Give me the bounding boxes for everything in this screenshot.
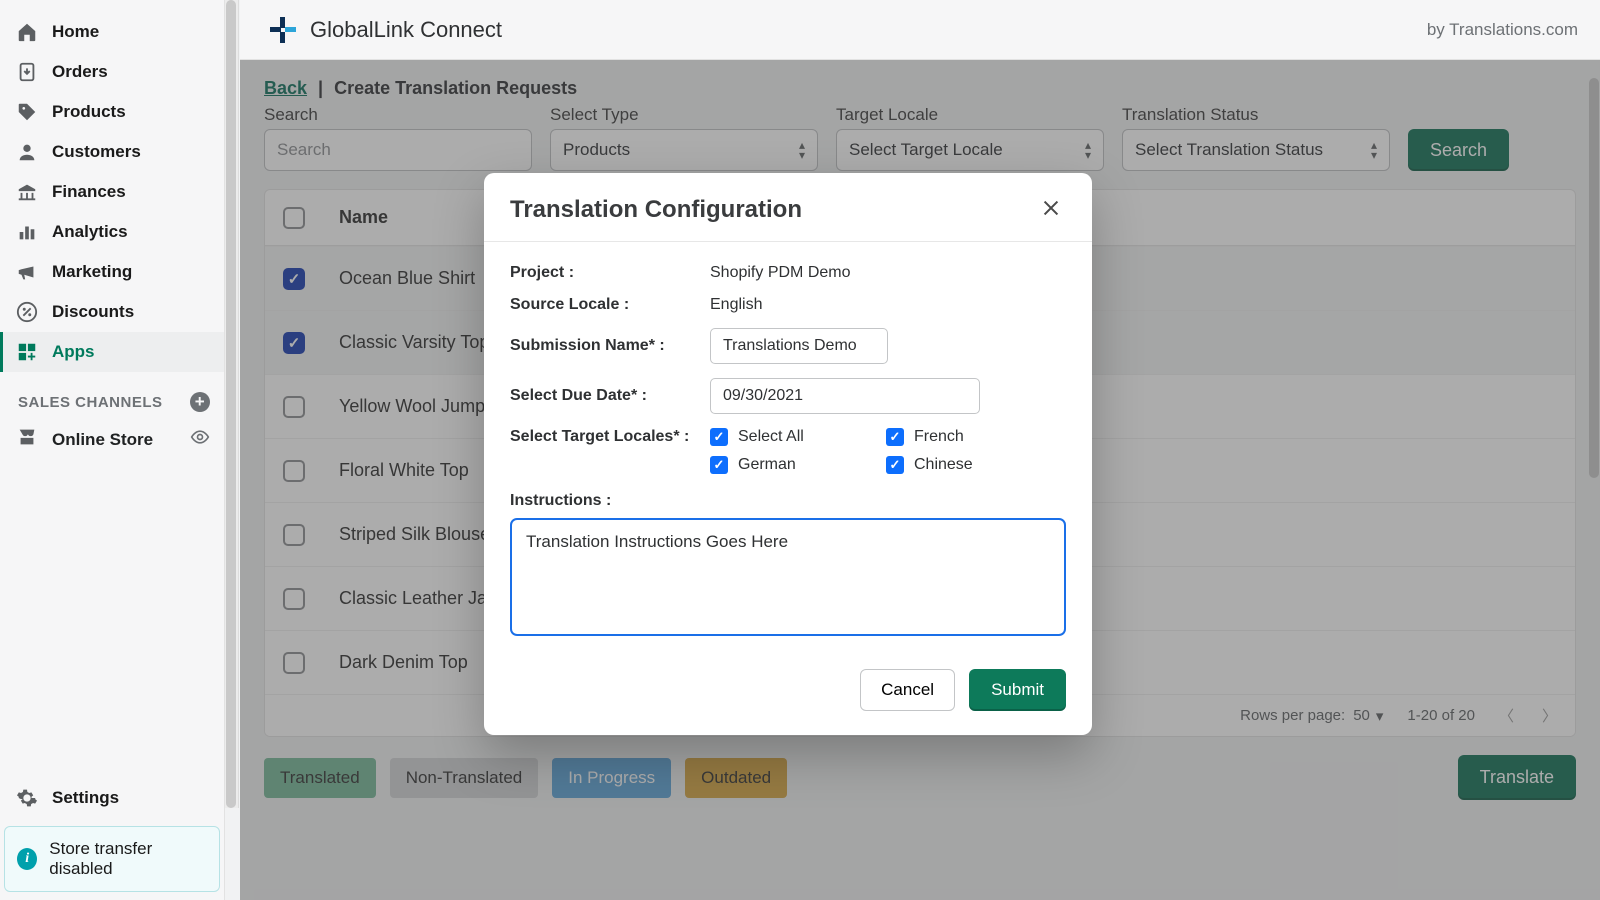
sidebar-scrollbar[interactable] [225, 0, 239, 808]
nav-apps[interactable]: Apps [0, 332, 224, 372]
nav-list: Home Orders Products Customers Finances [0, 12, 224, 372]
locale-german[interactable]: German [710, 456, 880, 474]
nav-label: Online Store [52, 430, 153, 450]
close-icon[interactable] [1036, 193, 1066, 227]
nav-label: Orders [52, 62, 108, 82]
due-date-label: Select Due Date* : [510, 387, 710, 405]
nav-products[interactable]: Products [0, 92, 224, 132]
nav-marketing[interactable]: Marketing [0, 252, 224, 292]
locale-name: French [914, 428, 964, 446]
megaphone-icon [16, 261, 38, 283]
app-header: GlobalLink Connect by Translations.com [240, 0, 1600, 60]
user-icon [16, 141, 38, 163]
notice-text: Store transfer disabled [49, 839, 207, 879]
sales-channels-header: SALES CHANNELS + [0, 372, 224, 418]
gear-icon [16, 787, 38, 809]
project-value: Shopify PDM Demo [710, 264, 1066, 282]
checkbox-checked-icon [710, 428, 728, 446]
cancel-button[interactable]: Cancel [860, 669, 955, 711]
nav-customers[interactable]: Customers [0, 132, 224, 172]
nav-settings[interactable]: Settings [0, 778, 224, 818]
nav-label: Analytics [52, 222, 128, 242]
nav-home[interactable]: Home [0, 12, 224, 52]
info-icon: i [17, 848, 37, 870]
nav-label: Discounts [52, 302, 134, 322]
source-locale-label: Source Locale : [510, 296, 710, 314]
nav-label: Marketing [52, 262, 132, 282]
nav-label: Finances [52, 182, 126, 202]
locale-french[interactable]: French [886, 428, 1056, 446]
nav-label: Customers [52, 142, 141, 162]
locale-name: Select All [738, 428, 804, 446]
submit-button[interactable]: Submit [969, 669, 1066, 711]
sidebar: Home Orders Products Customers Finances [0, 0, 225, 900]
submission-name-input[interactable] [710, 328, 888, 364]
brand: GlobalLink Connect [270, 17, 502, 43]
store-icon [16, 426, 38, 453]
checkbox-checked-icon [710, 456, 728, 474]
scrollbar-thumb[interactable] [226, 0, 236, 808]
section-label: SALES CHANNELS [18, 394, 163, 411]
nav-orders[interactable]: Orders [0, 52, 224, 92]
globallink-logo-icon [270, 17, 296, 43]
nav-label: Products [52, 102, 126, 122]
apps-icon [16, 341, 38, 363]
nav-label: Home [52, 22, 99, 42]
translation-config-modal: Translation Configuration Project : Shop… [484, 173, 1092, 735]
checkbox-checked-icon [886, 456, 904, 474]
orders-icon [16, 61, 38, 83]
nav-online-store[interactable]: Online Store [0, 418, 224, 461]
home-icon [16, 21, 38, 43]
instructions-label: Instructions : [510, 492, 1066, 510]
nav-label: Apps [52, 342, 95, 362]
add-channel-icon[interactable]: + [190, 392, 210, 412]
bank-icon [16, 181, 38, 203]
target-locales-label: Select Target Locales* : [510, 428, 710, 474]
nav-finances[interactable]: Finances [0, 172, 224, 212]
nav-analytics[interactable]: Analytics [0, 212, 224, 252]
store-transfer-banner[interactable]: i Store transfer disabled [4, 826, 220, 892]
tag-icon [16, 101, 38, 123]
nav-label: Settings [52, 788, 119, 808]
modal-title: Translation Configuration [510, 196, 802, 224]
byline: by Translations.com [1427, 20, 1578, 40]
locale-chinese[interactable]: Chinese [886, 456, 1056, 474]
locale-name: Chinese [914, 456, 973, 474]
eye-icon[interactable] [190, 427, 210, 452]
source-locale-value: English [710, 296, 1066, 314]
checkbox-checked-icon [886, 428, 904, 446]
nav-discounts[interactable]: Discounts [0, 292, 224, 332]
project-label: Project : [510, 264, 710, 282]
instructions-input[interactable] [510, 518, 1066, 636]
percent-icon [16, 301, 38, 323]
locale-select-all[interactable]: Select All [710, 428, 880, 446]
bars-icon [16, 221, 38, 243]
locale-name: German [738, 456, 796, 474]
due-date-input[interactable] [710, 378, 980, 414]
app-name: GlobalLink Connect [310, 17, 502, 43]
submission-name-label: Submission Name* : [510, 337, 710, 355]
